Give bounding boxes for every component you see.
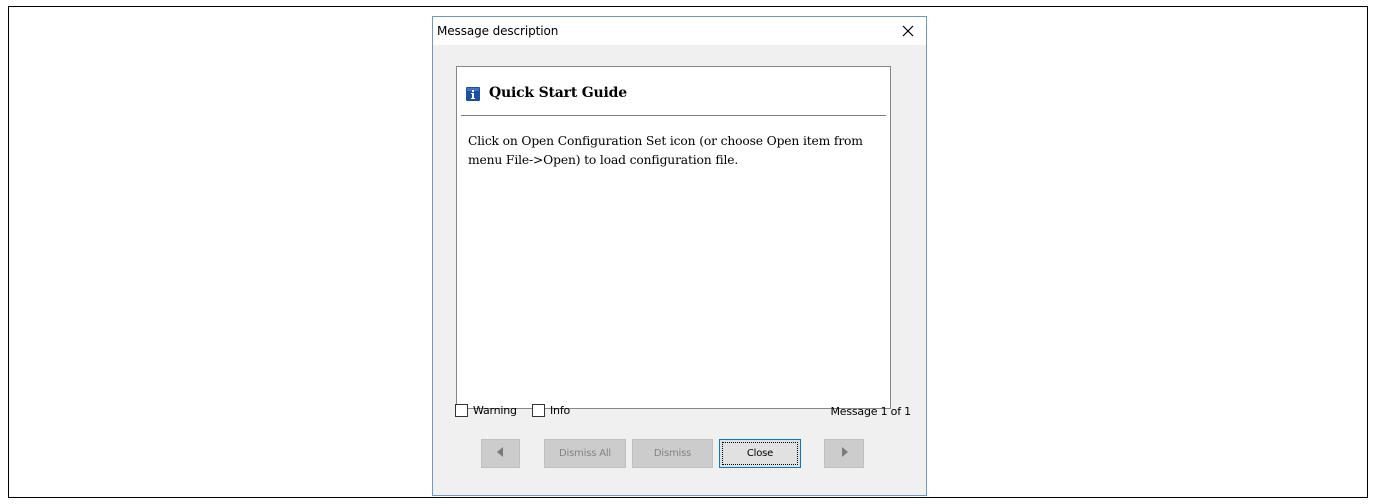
close-icon[interactable] [896,19,920,43]
info-checkbox[interactable]: Info [532,404,570,417]
info-checkbox-box[interactable] [532,404,545,417]
close-button-label: Close [746,448,774,459]
dialog-titlebar: Message description [433,17,926,45]
warning-checkbox-label: Warning [473,404,517,417]
dismiss-button[interactable]: Dismiss [632,439,713,468]
next-button[interactable] [824,439,864,468]
triangle-left-icon [496,447,505,460]
button-row: Dismiss All Dismiss Close [433,439,926,469]
dialog-title: Message description [437,24,559,38]
message-counter: Message 1 of 1 [830,405,911,418]
filter-row: Warning Info Message 1 of 1 [455,404,911,420]
previous-button[interactable] [481,439,520,468]
triangle-right-icon [840,447,848,460]
message-body: Click on Open Configuration Set icon (or… [468,134,863,167]
message-title: Quick Start Guide [489,85,627,101]
info-checkbox-label: Info [550,404,571,417]
info-icon [466,86,480,101]
message-divider [461,115,886,116]
warning-checkbox-box[interactable] [455,404,468,417]
close-button[interactable]: Close [719,439,801,468]
dismiss-all-button[interactable]: Dismiss All [544,439,626,468]
message-description-dialog: Message description Quick Start Guide Cl… [432,16,927,496]
message-content-panel: Quick Start Guide Click on Open Configur… [456,66,891,409]
message-header: Quick Start Guide [466,85,627,101]
warning-checkbox[interactable]: Warning [455,404,517,417]
